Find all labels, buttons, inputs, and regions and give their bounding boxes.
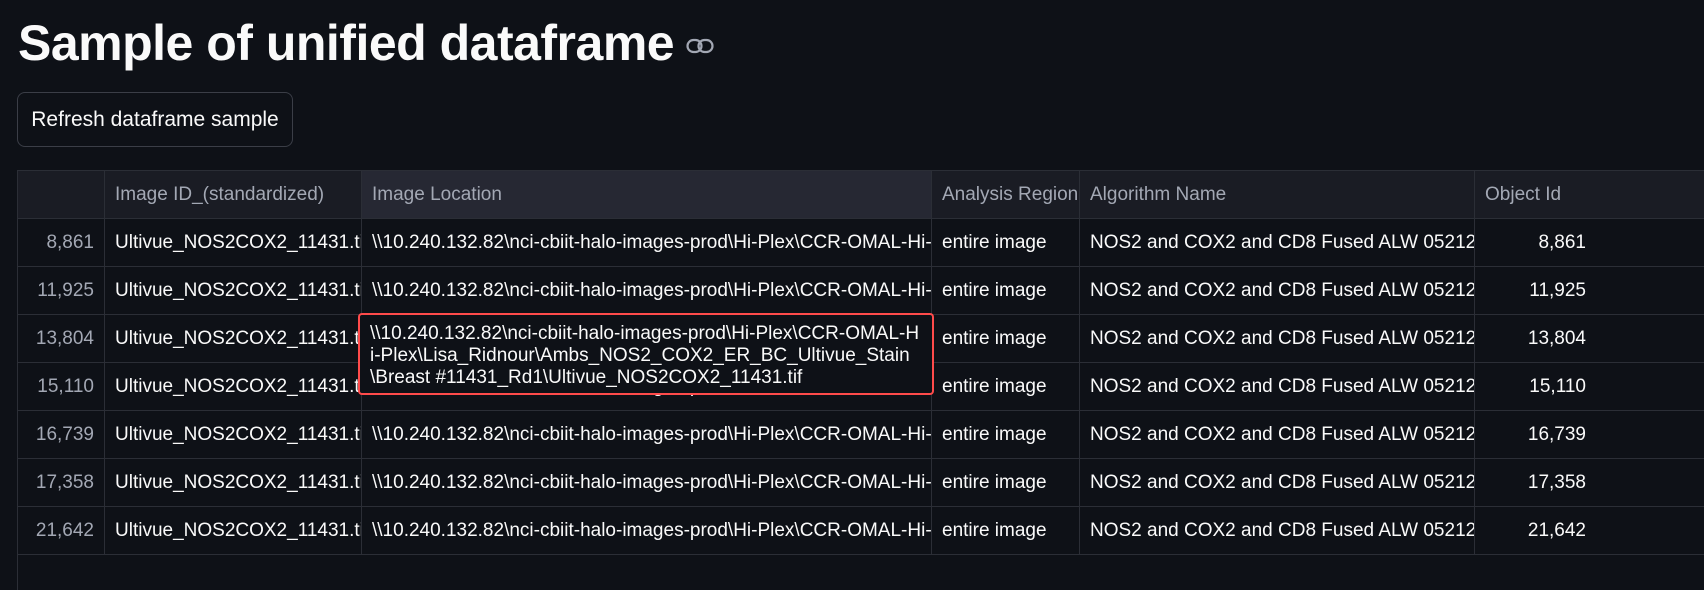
table-cell-image-id[interactable]: Ultivue_NOS2COX2_11431.tif	[105, 507, 362, 554]
table-cell-image-id[interactable]: Ultivue_NOS2COX2_11431.tif	[105, 411, 362, 458]
table-row[interactable]: 21,642 Ultivue_NOS2COX2_11431.tif \\10.240…	[18, 507, 1704, 555]
table-cell-algorithm[interactable]: NOS2 and COX2 and CD8 Fused ALW 05212021	[1080, 315, 1475, 362]
table-cell-region[interactable]: entire image	[932, 507, 1080, 554]
table-cell-object-id[interactable]: 17,358	[1475, 459, 1704, 506]
table-cell-image-id[interactable]: Ultivue_NOS2COX2_11431.tif	[105, 219, 362, 266]
table-cell-region[interactable]: entire image	[932, 219, 1080, 266]
object-id-value: 16,739	[1527, 423, 1586, 445]
table-cell-algorithm[interactable]: NOS2 and COX2 and CD8 Fused ALW 05212021	[1080, 411, 1475, 458]
expanded-cell-tooltip: \\10.240.132.82\nci-cbiit-halo-images-pr…	[358, 313, 934, 395]
table-cell-location[interactable]: \\10.240.132.82\nci-cbiit-halo-images-pr…	[362, 459, 932, 506]
table-cell-algorithm[interactable]: NOS2 and COX2 and CD8 Fused ALW 05212021	[1080, 507, 1475, 554]
table-row[interactable]: 11,925 Ultivue_NOS2COX2_11431.tif \\10.240…	[18, 267, 1704, 315]
header-algorithm-name[interactable]: Algorithm Name	[1080, 171, 1475, 218]
table-cell-object-id[interactable]: 11,925	[1475, 267, 1704, 314]
table-cell-index[interactable]: 13,804	[18, 315, 105, 362]
table-cell-region[interactable]: entire image	[932, 267, 1080, 314]
table-cell-object-id[interactable]: 15,110	[1475, 363, 1704, 410]
table-cell-region[interactable]: entire image	[932, 315, 1080, 362]
table-cell-location[interactable]: \\10.240.132.82\nci-cbiit-halo-images-pr…	[362, 507, 932, 554]
table-cell-algorithm[interactable]: NOS2 and COX2 and CD8 Fused ALW 05212021	[1080, 267, 1475, 314]
object-id-value: 15,110	[1529, 375, 1586, 397]
table-cell-image-id[interactable]: Ultivue_NOS2COX2_11431.tif	[105, 267, 362, 314]
table-cell-algorithm[interactable]: NOS2 and COX2 and CD8 Fused ALW 05212021	[1080, 219, 1475, 266]
table-cell-index[interactable]: 16,739	[18, 411, 105, 458]
page-title-row: Sample of unified dataframe	[18, 8, 714, 78]
header-object-id[interactable]: Object Id	[1475, 171, 1704, 218]
object-id-value: 11,925	[1529, 279, 1586, 301]
table-cell-image-id[interactable]: Ultivue_NOS2COX2_11431.tif	[105, 315, 362, 362]
table-row[interactable]: 16,739 Ultivue_NOS2COX2_11431.tif \\10.240…	[18, 411, 1704, 459]
header-analysis-region[interactable]: Analysis Region	[932, 171, 1080, 218]
table-cell-region[interactable]: entire image	[932, 459, 1080, 506]
table-cell-index[interactable]: 8,861	[18, 219, 105, 266]
table-cell-location[interactable]: \\10.240.132.82\nci-cbiit-halo-images-pr…	[362, 411, 932, 458]
table-cell-region[interactable]: entire image	[932, 363, 1080, 410]
table-row[interactable]: 8,861 Ultivue_NOS2COX2_11431.tif \\10.240.…	[18, 219, 1704, 267]
table-cell-region[interactable]: entire image	[932, 411, 1080, 458]
table-cell-location[interactable]: \\10.240.132.82\nci-cbiit-halo-images-pr…	[362, 267, 932, 314]
refresh-dataframe-button[interactable]: Refresh dataframe sample	[17, 92, 293, 147]
table-header-row: Image ID_(standardized) Image Location A…	[18, 171, 1704, 219]
table-cell-object-id[interactable]: 8,861	[1475, 219, 1704, 266]
header-image-location[interactable]: Image Location	[362, 171, 932, 218]
object-id-value: 13,804	[1527, 327, 1586, 349]
table-row[interactable]: 17,358 Ultivue_NOS2COX2_11431.tif \\10.240…	[18, 459, 1704, 507]
table-cell-index[interactable]: 11,925	[18, 267, 105, 314]
table-cell-object-id[interactable]: 13,804	[1475, 315, 1704, 362]
header-image-id[interactable]: Image ID_(standardized)	[105, 171, 362, 218]
object-id-value: 21,642	[1527, 519, 1586, 541]
header-index[interactable]	[18, 171, 105, 218]
table-cell-object-id[interactable]: 16,739	[1475, 411, 1704, 458]
object-id-value: 8,861	[1538, 231, 1586, 253]
page-title: Sample of unified dataframe	[18, 15, 675, 71]
table-cell-image-id[interactable]: Ultivue_NOS2COX2_11431.tif	[105, 363, 362, 410]
table-cell-index[interactable]: 15,110	[18, 363, 105, 410]
table-cell-index[interactable]: 21,642	[18, 507, 105, 554]
table-cell-algorithm[interactable]: NOS2 and COX2 and CD8 Fused ALW 05212021	[1080, 459, 1475, 506]
table-cell-algorithm[interactable]: NOS2 and COX2 and CD8 Fused ALW 05212021	[1080, 363, 1475, 410]
table-cell-image-id[interactable]: Ultivue_NOS2COX2_11431.tif	[105, 459, 362, 506]
object-id-value: 17,358	[1527, 471, 1586, 493]
table-cell-object-id[interactable]: 21,642	[1475, 507, 1704, 554]
table-cell-index[interactable]: 17,358	[18, 459, 105, 506]
link-icon[interactable]	[686, 38, 714, 54]
table-cell-location[interactable]: \\10.240.132.82\nci-cbiit-halo-images-pr…	[362, 219, 932, 266]
